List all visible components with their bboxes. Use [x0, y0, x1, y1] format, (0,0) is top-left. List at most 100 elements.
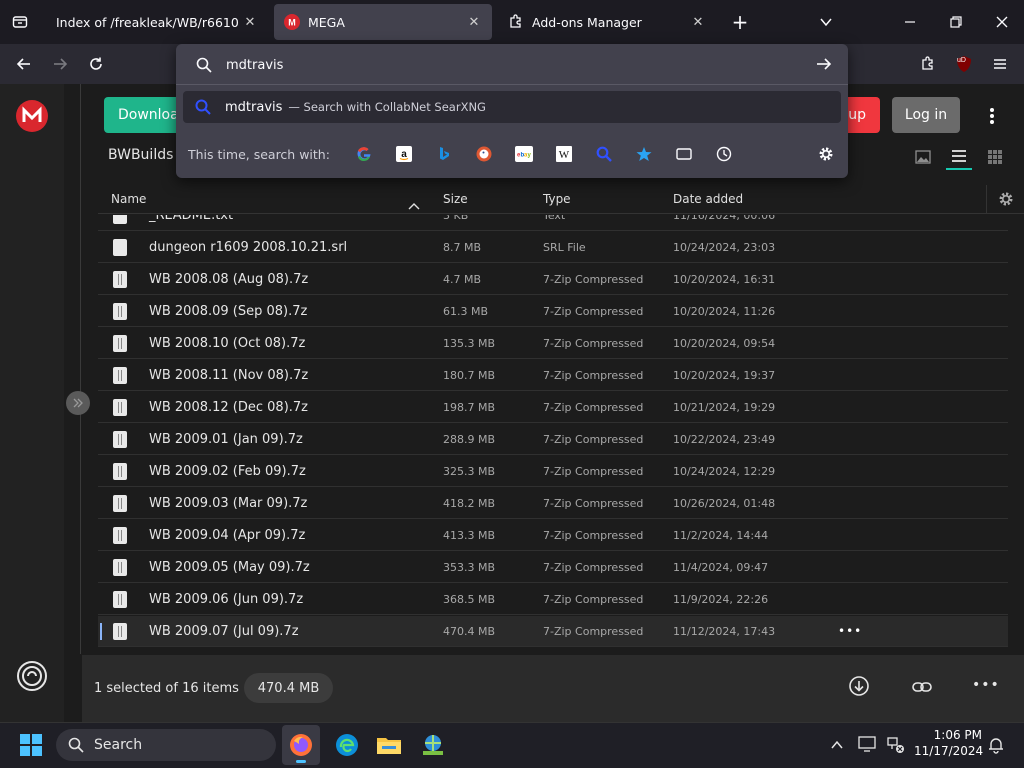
google-engine-button[interactable] [352, 142, 376, 166]
column-header-name[interactable]: Name [111, 192, 146, 206]
taskbar-firefox[interactable] [282, 725, 320, 765]
minimize-button[interactable] [896, 10, 924, 34]
log-in-button-label: Log in [904, 107, 948, 123]
file-row[interactable]: WB 2008.09 (Sep 08).7z 61.3 MB 7-Zip Compr… [98, 296, 1008, 327]
reload-button[interactable] [84, 52, 108, 76]
taskbar-search-box[interactable]: Search [56, 729, 276, 761]
bookmarks-engine-button[interactable] [632, 142, 656, 166]
breadcrumb[interactable]: BWBuilds [108, 147, 173, 163]
ublock-button[interactable]: uD [952, 52, 976, 76]
file-row[interactable]: WB 2009.07 (Jul 09).7z 470.4 MB 7-Zip Comp… [98, 616, 1008, 647]
file-row[interactable]: dungeon r1609 2008.10.21.srl 8.7 MB SRL Fi… [98, 232, 1008, 263]
taskbar-file-explorer[interactable] [370, 725, 408, 765]
file-row[interactable]: WB 2009.01 (Jan 09).7z 288.9 MB 7-Zip Comp… [98, 424, 1008, 455]
back-button[interactable] [12, 52, 36, 76]
start-button[interactable] [20, 734, 44, 758]
restore-icon [950, 16, 962, 28]
file-type: 7-Zip Compressed [543, 560, 644, 574]
file-type: 7-Zip Compressed [543, 528, 644, 542]
file-row[interactable]: WB 2008.08 (Aug 08).7z 4.7 MB 7-Zip Compre… [98, 264, 1008, 295]
file-name: WB 2009.06 (Jun 09).7z [149, 591, 304, 607]
file-date: 10/21/2024, 19:29 [673, 400, 776, 414]
more-menu-button[interactable] [980, 104, 1004, 128]
amazon-engine-button[interactable]: a [392, 142, 416, 166]
tab-addons[interactable]: Add-ons Manager ✕ [498, 4, 716, 40]
file-size: 353.3 MB [443, 560, 496, 574]
mega-logo[interactable] [16, 100, 48, 132]
star-icon [636, 147, 652, 161]
file-row[interactable]: WB 2009.05 (May 09).7z 353.3 MB 7-Zip Comp… [98, 552, 1008, 583]
history-engine-button[interactable] [712, 142, 736, 166]
sort-ascending-icon[interactable] [408, 195, 420, 210]
duckduckgo-engine-button[interactable] [472, 142, 496, 166]
tab-close-button[interactable]: ✕ [242, 15, 258, 30]
file-date: 10/22/2024, 23:49 [673, 432, 776, 446]
gear-icon [999, 192, 1012, 206]
firefox-view-button[interactable] [8, 10, 32, 34]
maximize-button[interactable] [942, 10, 970, 34]
tab-index[interactable]: Index of /freakleak/WB/r6610 - 2008 ✕ [46, 4, 268, 40]
windows-logo-icon [20, 734, 42, 756]
this-time-label: This time, search with: [188, 146, 330, 162]
zip-mark [118, 273, 122, 285]
forward-button[interactable] [48, 52, 72, 76]
column-header-type[interactable]: Type [543, 192, 571, 206]
download-button-label: Download [118, 107, 184, 123]
thumbnail-view-button[interactable] [912, 146, 934, 168]
log-in-button[interactable]: Log in [892, 97, 960, 133]
column-header-date[interactable]: Date added [673, 192, 743, 206]
notifications-button[interactable] [988, 736, 1006, 754]
taskbar-app[interactable] [414, 725, 452, 765]
sync-button[interactable] [16, 660, 48, 692]
show-hidden-icons-button[interactable] [830, 737, 846, 753]
urlbar-query: mdtravis [226, 57, 284, 73]
list-all-tabs-button[interactable] [814, 10, 838, 34]
list-view-button[interactable] [946, 144, 972, 170]
tabs-engine-button[interactable] [672, 142, 696, 166]
file-row[interactable]: WB 2009.02 (Feb 09).7z 325.3 MB 7-Zip Comp… [98, 456, 1008, 487]
file-size: 288.9 MB [443, 432, 496, 446]
close-window-button[interactable] [988, 10, 1016, 34]
file-date: 11/12/2024, 17:43 [673, 624, 776, 638]
active-indicator [296, 760, 306, 763]
tab-close-button[interactable]: ✕ [690, 15, 706, 30]
footer-download-button[interactable] [848, 675, 872, 699]
go-button[interactable] [816, 56, 834, 74]
file-date: 10/20/2024, 19:37 [673, 368, 776, 382]
file-row[interactable]: WB 2008.12 (Dec 08).7z 198.7 MB 7-Zip Comp… [98, 392, 1008, 423]
extensions-button[interactable] [916, 52, 940, 76]
wikipedia-engine-button[interactable]: W [552, 142, 576, 166]
tray-network-button[interactable] [886, 736, 908, 754]
tab-strip: Index of /freakleak/WB/r6610 - 2008 ✕ M … [0, 0, 1024, 44]
file-row[interactable]: WB 2009.06 (Jun 09).7z 368.5 MB 7-Zip Comp… [98, 584, 1008, 615]
tab-mega[interactable]: M MEGA ✕ [274, 4, 492, 40]
file-row[interactable]: WB 2009.03 (Mar 09).7z 418.2 MB 7-Zip Comp… [98, 488, 1008, 519]
file-name: WB 2009.07 (Jul 09).7z [149, 623, 299, 639]
new-tab-button[interactable]: + [728, 10, 752, 34]
tab-close-button[interactable]: ✕ [466, 15, 482, 30]
grid-view-button[interactable] [984, 146, 1006, 168]
bing-engine-button[interactable] [432, 142, 456, 166]
footer-more-button[interactable]: ••• [972, 677, 1000, 693]
app-menu-button[interactable] [988, 52, 1012, 76]
download-button[interactable]: Download [104, 97, 184, 133]
reload-icon [90, 57, 102, 70]
file-row[interactable]: WB 2008.10 (Oct 08).7z 135.3 MB 7-Zip Comp… [98, 328, 1008, 359]
search-suggestion-row[interactable]: mdtravis — Search with CollabNet SearXNG [183, 91, 841, 123]
file-size: 61.3 MB [443, 304, 489, 318]
column-settings-button[interactable] [986, 185, 1024, 213]
clock[interactable]: 1:06 PM 11/17/2024 [914, 728, 983, 758]
tray-display-button[interactable] [858, 736, 878, 754]
mega-page: Download up Log in BWBuilds Name Size Ty… [0, 84, 1024, 722]
footer-link-button[interactable] [910, 675, 934, 699]
searxng-engine-button[interactable] [592, 142, 616, 166]
puzzle-icon [508, 14, 524, 30]
urlbar-input[interactable]: mdtravis [184, 50, 840, 80]
search-settings-button[interactable] [814, 142, 838, 166]
row-more-button[interactable]: ••• [838, 624, 862, 638]
taskbar-edge[interactable] [328, 725, 366, 765]
file-row[interactable]: WB 2008.11 (Nov 08).7z 180.7 MB 7-Zip Comp… [98, 360, 1008, 391]
file-row[interactable]: WB 2009.04 (Apr 09).7z 413.3 MB 7-Zip Comp… [98, 520, 1008, 551]
column-header-size[interactable]: Size [443, 192, 468, 206]
ebay-engine-button[interactable]: ebay [512, 142, 536, 166]
